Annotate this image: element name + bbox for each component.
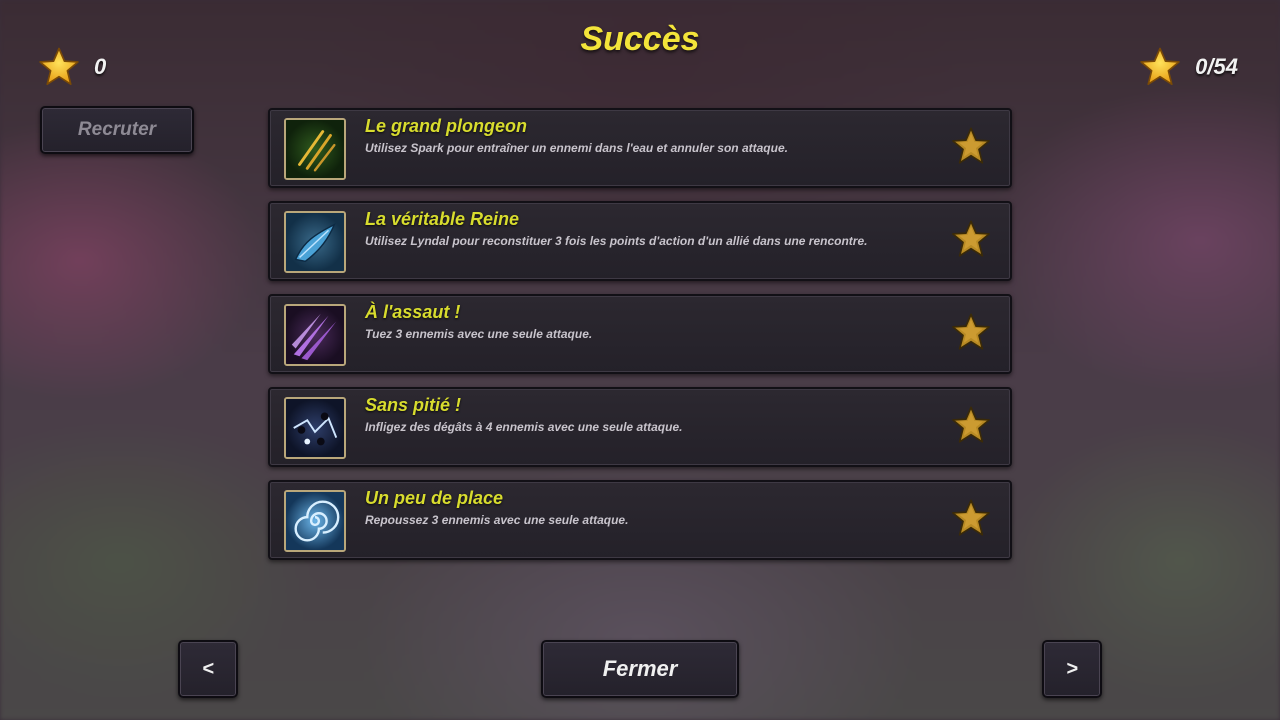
achievement-description: Repoussez 3 ennemis avec une seule attaq… — [365, 513, 629, 527]
star-icon — [1139, 46, 1181, 88]
points-counter: 0 — [38, 46, 106, 88]
achievement-description: Utilisez Spark pour entraîner un ennemi … — [365, 141, 788, 155]
achievement-description: Utilisez Lyndal pour reconstituer 3 fois… — [365, 234, 868, 248]
recruit-button[interactable]: Recruter — [40, 106, 194, 154]
achievement-progress: 0/54 — [1139, 46, 1238, 88]
achievement-title: La véritable Reine — [365, 209, 520, 229]
achievement-list: Le grand plongeon Utilisez Spark pour en… — [268, 108, 1012, 573]
achievement-title: À l'assaut ! — [365, 302, 461, 322]
achievement-card: La véritable Reine Utilisez Lyndal pour … — [268, 201, 1012, 281]
claw-slash-icon — [284, 118, 346, 180]
next-page-button[interactable]: > — [1042, 640, 1102, 698]
star-icon — [950, 497, 992, 539]
page-title: Succès — [580, 20, 700, 58]
achievement-card: Un peu de place Repoussez 3 ennemis avec… — [268, 480, 1012, 560]
achievement-title: Sans pitié ! — [365, 395, 462, 415]
achievement-card: À l'assaut ! Tuez 3 ennemis avec une seu… — [268, 294, 1012, 374]
purple-spikes-icon — [284, 304, 346, 366]
star-icon — [950, 125, 992, 167]
points-value: 0 — [94, 54, 107, 79]
previous-page-button[interactable]: < — [178, 640, 238, 698]
progress-value: 0/54 — [1195, 54, 1238, 79]
close-button[interactable]: Fermer — [541, 640, 739, 698]
star-icon — [950, 404, 992, 446]
star-icon — [38, 46, 80, 88]
achievement-title: Un peu de place — [365, 488, 504, 508]
blue-feather-icon — [284, 211, 346, 273]
achievement-description: Tuez 3 ennemis avec une seule attaque. — [365, 327, 593, 341]
achievement-description: Infligez des dégâts à 4 ennemis avec une… — [365, 420, 683, 434]
star-icon — [950, 218, 992, 260]
star-icon — [950, 311, 992, 353]
achievement-title: Le grand plongeon — [365, 116, 527, 136]
achievement-card: Le grand plongeon Utilisez Spark pour en… — [268, 108, 1012, 188]
achievement-card: Sans pitié ! Infligez des dégâts à 4 enn… — [268, 387, 1012, 467]
vortex-icon — [284, 490, 346, 552]
lightning-figures-icon — [284, 397, 346, 459]
